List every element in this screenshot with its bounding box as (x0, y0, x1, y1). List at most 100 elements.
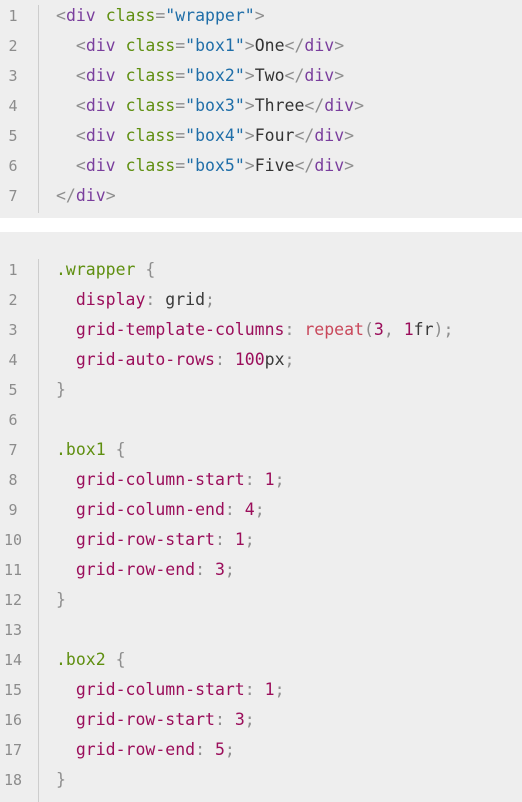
code-token: div (85, 156, 116, 175)
code-token: class (105, 6, 156, 25)
code-line: 4 grid-auto-rows: 100px; (0, 345, 522, 375)
code-token: div (85, 36, 116, 55)
code-token: "wrapper" (165, 6, 255, 25)
code-token: fr (413, 320, 434, 339)
code-text: <div class="box5">Five</div> (56, 151, 354, 181)
code-token: div (304, 66, 335, 85)
code-text: grid-auto-rows: 100px; (56, 345, 295, 375)
code-token: "box2" (185, 66, 245, 85)
code-line: 5 <div class="box4">Four</div> (0, 121, 522, 151)
code-text: .box1 { (56, 435, 126, 465)
code-token: </ (284, 66, 305, 85)
code-text: <div class="wrapper"> (56, 1, 265, 31)
code-text: <div class="box2">Two</div> (56, 61, 344, 91)
code-line: 4 <div class="box3">Three</div> (0, 91, 522, 121)
code-token: </ (294, 126, 315, 145)
code-token: grid-row-end (56, 560, 196, 579)
code-token: ; (244, 710, 255, 729)
code-line: 13 (0, 615, 522, 645)
code-line: 7 .box1 { (0, 435, 522, 465)
code-token: 1 (264, 680, 275, 699)
code-line: 9 grid-column-end: 4; (0, 495, 522, 525)
line-number: 5 (8, 381, 18, 399)
code-text: <div class="box4">Four</div> (56, 121, 354, 151)
code-line: 6 <div class="box5">Five</div> (0, 151, 522, 181)
code-token: class (125, 96, 176, 115)
code-token: : (214, 530, 235, 549)
code-token: grid-row-start (56, 530, 215, 549)
code-token: > (334, 66, 345, 85)
code-text: grid-row-start: 3; (56, 705, 255, 735)
line-number: 3 (8, 67, 18, 85)
code-token: 1 (403, 320, 414, 339)
code-token: "box4" (185, 126, 245, 145)
code-token: { (105, 440, 126, 459)
code-token: 1 (264, 470, 275, 489)
code-token: grid-template-columns (56, 320, 285, 339)
code-token: .wrapper (56, 260, 136, 279)
code-line: 3 <div class="box2">Two</div> (0, 61, 522, 91)
code-token: grid-column-end (56, 500, 225, 519)
line-number: 13 (3, 621, 23, 639)
code-token: > (354, 96, 365, 115)
code-token: class (125, 156, 176, 175)
code-text: .wrapper { (56, 255, 155, 285)
code-token: 100 (234, 350, 265, 369)
code-token: = (175, 96, 186, 115)
code-token: div (304, 36, 335, 55)
code-line: 5} (0, 375, 522, 405)
code-token: } (56, 590, 66, 609)
code-token: < (56, 126, 86, 145)
code-token: "box5" (185, 156, 245, 175)
code-token: div (314, 126, 345, 145)
code-token: 1 (234, 530, 245, 549)
code-token: ; (244, 530, 255, 549)
line-number: 17 (3, 741, 23, 759)
code-token: = (175, 126, 186, 145)
code-text: grid-column-start: 1; (56, 465, 285, 495)
code-line: 17 grid-row-end: 5; (0, 735, 522, 765)
code-text: grid-column-end: 4; (56, 495, 265, 525)
line-number: 7 (8, 187, 18, 205)
code-token: </ (284, 36, 305, 55)
code-token: > (244, 96, 255, 115)
code-token: "box3" (185, 96, 245, 115)
line-number: 15 (3, 681, 23, 699)
code-token: 3 (234, 710, 245, 729)
code-token: : (224, 500, 245, 519)
code-text: } (56, 585, 66, 615)
code-token: div (85, 66, 116, 85)
code-token: class (125, 66, 176, 85)
line-number: 6 (8, 157, 18, 175)
code-text: .box2 { (56, 645, 126, 675)
code-token: grid-row-start (56, 710, 215, 729)
code-token: div (85, 126, 116, 145)
code-token: 5 (214, 740, 225, 759)
code-token: ( (363, 320, 374, 339)
code-token: ); (433, 320, 454, 339)
code-token: </ (56, 186, 76, 205)
code-token: Five (254, 156, 295, 175)
code-token: </ (294, 156, 315, 175)
code-line: 7 </div> (0, 181, 522, 211)
code-text: <div class="box1">One</div> (56, 31, 344, 61)
code-token: > (244, 156, 255, 175)
code-token: ; (205, 290, 215, 309)
code-token: < (56, 66, 86, 85)
code-token: > (254, 6, 265, 25)
code-token: display (56, 290, 146, 309)
code-token: = (175, 156, 186, 175)
code-line: 11 grid-row-end: 3; (0, 555, 522, 585)
code-line: 10 grid-row-start: 1; (0, 525, 522, 555)
code-token: : (214, 350, 235, 369)
line-number: 9 (8, 501, 18, 519)
code-line: 15 grid-column-start: 1; (0, 675, 522, 705)
code-line: 18} (0, 765, 522, 795)
code-token: : (195, 740, 215, 759)
line-number: 10 (3, 531, 23, 549)
code-token: "box1" (185, 36, 245, 55)
code-token: , (383, 320, 404, 339)
line-number: 18 (3, 771, 23, 789)
